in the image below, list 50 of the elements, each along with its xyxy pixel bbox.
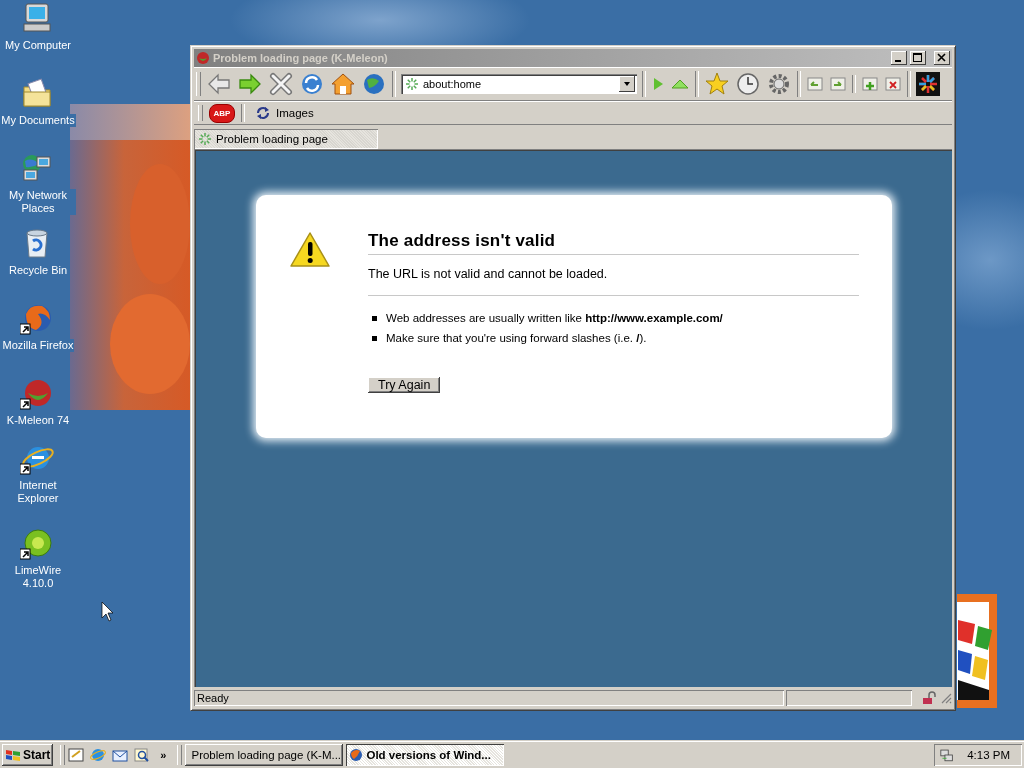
app-icon bbox=[196, 51, 210, 65]
mail-icon[interactable] bbox=[112, 747, 129, 763]
cursor-icon bbox=[101, 601, 114, 622]
taskbar-button[interactable]: Old versions of Wind... bbox=[346, 744, 505, 766]
forward-icon[interactable] bbox=[237, 71, 263, 97]
start-button[interactable]: Start bbox=[2, 744, 54, 766]
clock: 4:13 PM bbox=[967, 749, 1010, 761]
back-icon[interactable] bbox=[206, 71, 232, 97]
add-tab-icon[interactable] bbox=[861, 75, 879, 93]
home-icon[interactable] bbox=[330, 71, 356, 97]
reload-icon bbox=[255, 105, 271, 121]
dropdown-icon[interactable] bbox=[619, 76, 635, 92]
icon-label[interactable]: My Documents bbox=[0, 114, 76, 127]
loading-icon bbox=[405, 77, 419, 91]
globe-icon bbox=[349, 748, 364, 762]
bookmark-button[interactable]: Images bbox=[251, 105, 318, 121]
address-field[interactable]: about:home bbox=[423, 78, 615, 90]
error-heading: The address isn't valid bbox=[368, 231, 859, 255]
icon-label[interactable]: Mozilla Firefox bbox=[1, 339, 75, 352]
tip-text: Make sure that you're using forward slashes (i.e. /). bbox=[372, 332, 647, 344]
window-icon[interactable] bbox=[829, 75, 847, 93]
icon-label[interactable]: K-Meleon 74 bbox=[5, 414, 71, 427]
icon-label[interactable]: Recycle Bin bbox=[7, 264, 69, 277]
taskbar-button[interactable]: Problem loading page (K-M... bbox=[185, 744, 344, 766]
more-button[interactable]: » bbox=[156, 749, 171, 761]
lock-icon bbox=[922, 691, 936, 705]
tab[interactable]: Problem loading page bbox=[194, 129, 378, 149]
search-icon[interactable] bbox=[134, 747, 151, 763]
try-again-button[interactable]: Try Again bbox=[368, 377, 441, 393]
status-text: Ready bbox=[194, 690, 784, 706]
settings-icon[interactable] bbox=[766, 71, 792, 97]
adblock-button[interactable]: ABP bbox=[209, 103, 235, 123]
error-description: The URL is not valid and cannot be loaded. bbox=[368, 267, 859, 296]
window-icon[interactable] bbox=[806, 75, 824, 93]
warning-icon bbox=[289, 231, 331, 269]
logo-icon[interactable] bbox=[916, 72, 940, 96]
loading-icon bbox=[198, 132, 212, 146]
address-bar[interactable]: about:home bbox=[401, 74, 637, 94]
resize-grip-icon[interactable] bbox=[940, 692, 952, 704]
icon-label[interactable]: My Computer bbox=[4, 39, 72, 52]
close-tab-icon[interactable] bbox=[884, 75, 902, 93]
tip-text: Web addresses are usually written like http://www.example.com/ bbox=[372, 312, 723, 324]
window-title: Problem loading page (K-Meleon) bbox=[213, 52, 389, 64]
star-icon[interactable] bbox=[704, 71, 730, 97]
clock-icon[interactable] bbox=[735, 71, 761, 97]
windows-logo-icon bbox=[5, 748, 21, 762]
desktop-icon[interactable] bbox=[68, 747, 85, 763]
network-icon[interactable] bbox=[940, 747, 954, 763]
stop-icon[interactable] bbox=[268, 71, 294, 97]
reload-icon[interactable] bbox=[299, 71, 325, 97]
